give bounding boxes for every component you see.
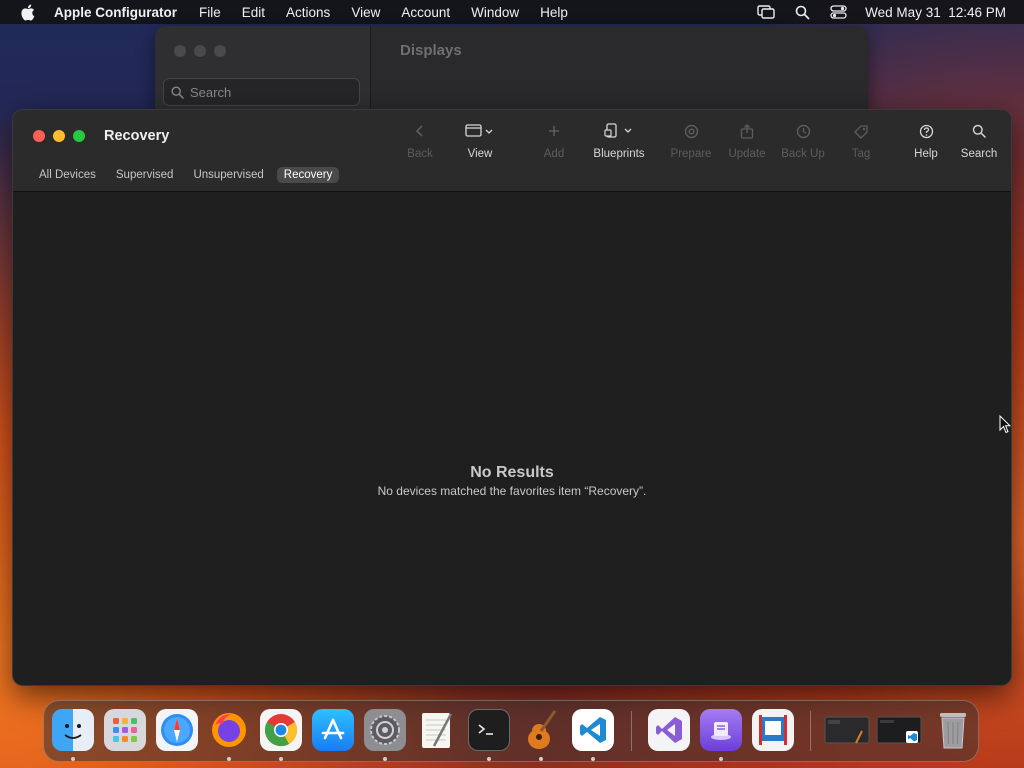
back-button[interactable]: Back	[388, 120, 452, 160]
chrome-running-dot	[279, 757, 283, 761]
minimized-window-1[interactable]	[824, 709, 870, 751]
mouse-cursor	[999, 414, 1012, 439]
view-options-icon	[465, 120, 495, 142]
search-label: Search	[960, 148, 998, 160]
configurator-running-dot	[719, 757, 723, 761]
screen-mirroring-icon[interactable]	[757, 3, 775, 21]
menu-file[interactable]: File	[199, 5, 221, 20]
help-question-icon	[919, 120, 934, 142]
menu-actions[interactable]: Actions	[286, 5, 330, 20]
apple-menu-icon[interactable]	[18, 3, 36, 21]
apple-configurator-icon[interactable]	[700, 709, 742, 751]
vscode-icon[interactable]	[572, 709, 614, 751]
window-toolbar: Recovery Back View Add Blueprints Prepar…	[13, 110, 1011, 192]
view-button[interactable]: View	[448, 120, 512, 160]
prepare-button[interactable]: Prepare	[659, 120, 723, 160]
apple-configurator-window: Recovery Back View Add Blueprints Prepar…	[12, 109, 1012, 686]
tag-label: Tag	[851, 148, 871, 160]
visual-studio-icon[interactable]	[648, 709, 690, 751]
control-center-icon[interactable]	[829, 3, 847, 21]
backup-clock-icon	[796, 120, 811, 142]
trash-icon[interactable]	[932, 709, 974, 751]
tab-recovery[interactable]: Recovery	[276, 167, 340, 183]
dock	[43, 700, 979, 762]
background-sidebar: Search	[155, 26, 371, 116]
safari-icon[interactable]	[156, 709, 198, 751]
garageband-icon[interactable]	[520, 709, 562, 751]
plus-icon	[548, 120, 560, 142]
bg-close-button[interactable]	[174, 45, 186, 57]
device-filter-tabs: All Devices Supervised Unsupervised Reco…	[32, 167, 340, 183]
tab-unsupervised[interactable]: Unsupervised	[186, 167, 270, 183]
search-button[interactable]: Search	[947, 120, 1011, 160]
dock-separator-2	[810, 711, 811, 751]
window-close-button[interactable]	[33, 130, 45, 142]
firefox-icon[interactable]	[208, 709, 250, 751]
launchpad-icon[interactable]	[104, 709, 146, 751]
window-zoom-button[interactable]	[73, 130, 85, 142]
terminal-running-dot	[487, 757, 491, 761]
app-store-icon[interactable]	[312, 709, 354, 751]
settings-running-dot	[383, 757, 387, 761]
menu-window[interactable]: Window	[471, 5, 519, 20]
system-settings-icon[interactable]	[364, 709, 406, 751]
help-label: Help	[914, 148, 938, 160]
back-label: Back	[407, 148, 433, 160]
chrome-icon[interactable]	[260, 709, 302, 751]
update-button[interactable]: Update	[715, 120, 779, 160]
finder-running-dot	[71, 757, 75, 761]
back-up-label: Back Up	[781, 148, 825, 160]
minimized-window-2[interactable]	[876, 709, 922, 751]
bg-search-field[interactable]: Search	[163, 78, 360, 106]
blueprints-icon	[604, 120, 634, 142]
view-label: View	[467, 148, 493, 160]
tab-supervised[interactable]: Supervised	[109, 167, 181, 183]
menu-account[interactable]: Account	[401, 5, 450, 20]
bg-search-placeholder: Search	[190, 84, 232, 100]
update-icon	[740, 120, 754, 142]
window-minimize-button[interactable]	[53, 130, 65, 142]
tag-icon	[853, 120, 869, 142]
blueprints-button[interactable]: Blueprints	[587, 120, 651, 160]
menu-help[interactable]: Help	[540, 5, 568, 20]
bg-window-title: Displays	[400, 42, 462, 59]
menu-clock[interactable]: Wed May 31 12:46 PM	[865, 5, 1006, 20]
garageband-running-dot	[539, 757, 543, 761]
menu-view[interactable]: View	[351, 5, 380, 20]
search-icon	[171, 85, 184, 99]
empty-state-message: No devices matched the favorites item “R…	[377, 484, 647, 498]
back-up-button[interactable]: Back Up	[771, 120, 835, 160]
vscode-running-dot	[591, 757, 595, 761]
add-button[interactable]: Add	[522, 120, 586, 160]
terminal-icon[interactable]	[468, 709, 510, 751]
blueprints-label: Blueprints	[593, 148, 645, 160]
bg-zoom-button[interactable]	[214, 45, 226, 57]
dock-separator	[631, 711, 632, 751]
firefox-running-dot	[227, 757, 231, 761]
prepare-label: Prepare	[670, 148, 712, 160]
add-label: Add	[543, 148, 565, 160]
app-name-menu[interactable]: Apple Configurator	[54, 5, 177, 20]
chevron-left-icon	[415, 120, 425, 142]
empty-state-title: No Results	[470, 464, 554, 481]
bg-minimize-button[interactable]	[194, 45, 206, 57]
background-settings-window[interactable]: Search Displays	[155, 26, 868, 116]
magnifier-icon	[972, 120, 986, 142]
finder-icon[interactable]	[52, 709, 94, 751]
prepare-gear-icon	[684, 120, 699, 142]
menu-bar: Apple Configurator File Edit Actions Vie…	[0, 0, 1024, 24]
window-title: Recovery	[104, 128, 170, 144]
tag-button[interactable]: Tag	[829, 120, 893, 160]
tab-all-devices[interactable]: All Devices	[32, 167, 103, 183]
update-label: Update	[728, 148, 766, 160]
spotlight-search-icon[interactable]	[793, 3, 811, 21]
menu-edit[interactable]: Edit	[242, 5, 265, 20]
textedit-icon[interactable]	[416, 709, 458, 751]
parallels-icon[interactable]	[752, 709, 794, 751]
